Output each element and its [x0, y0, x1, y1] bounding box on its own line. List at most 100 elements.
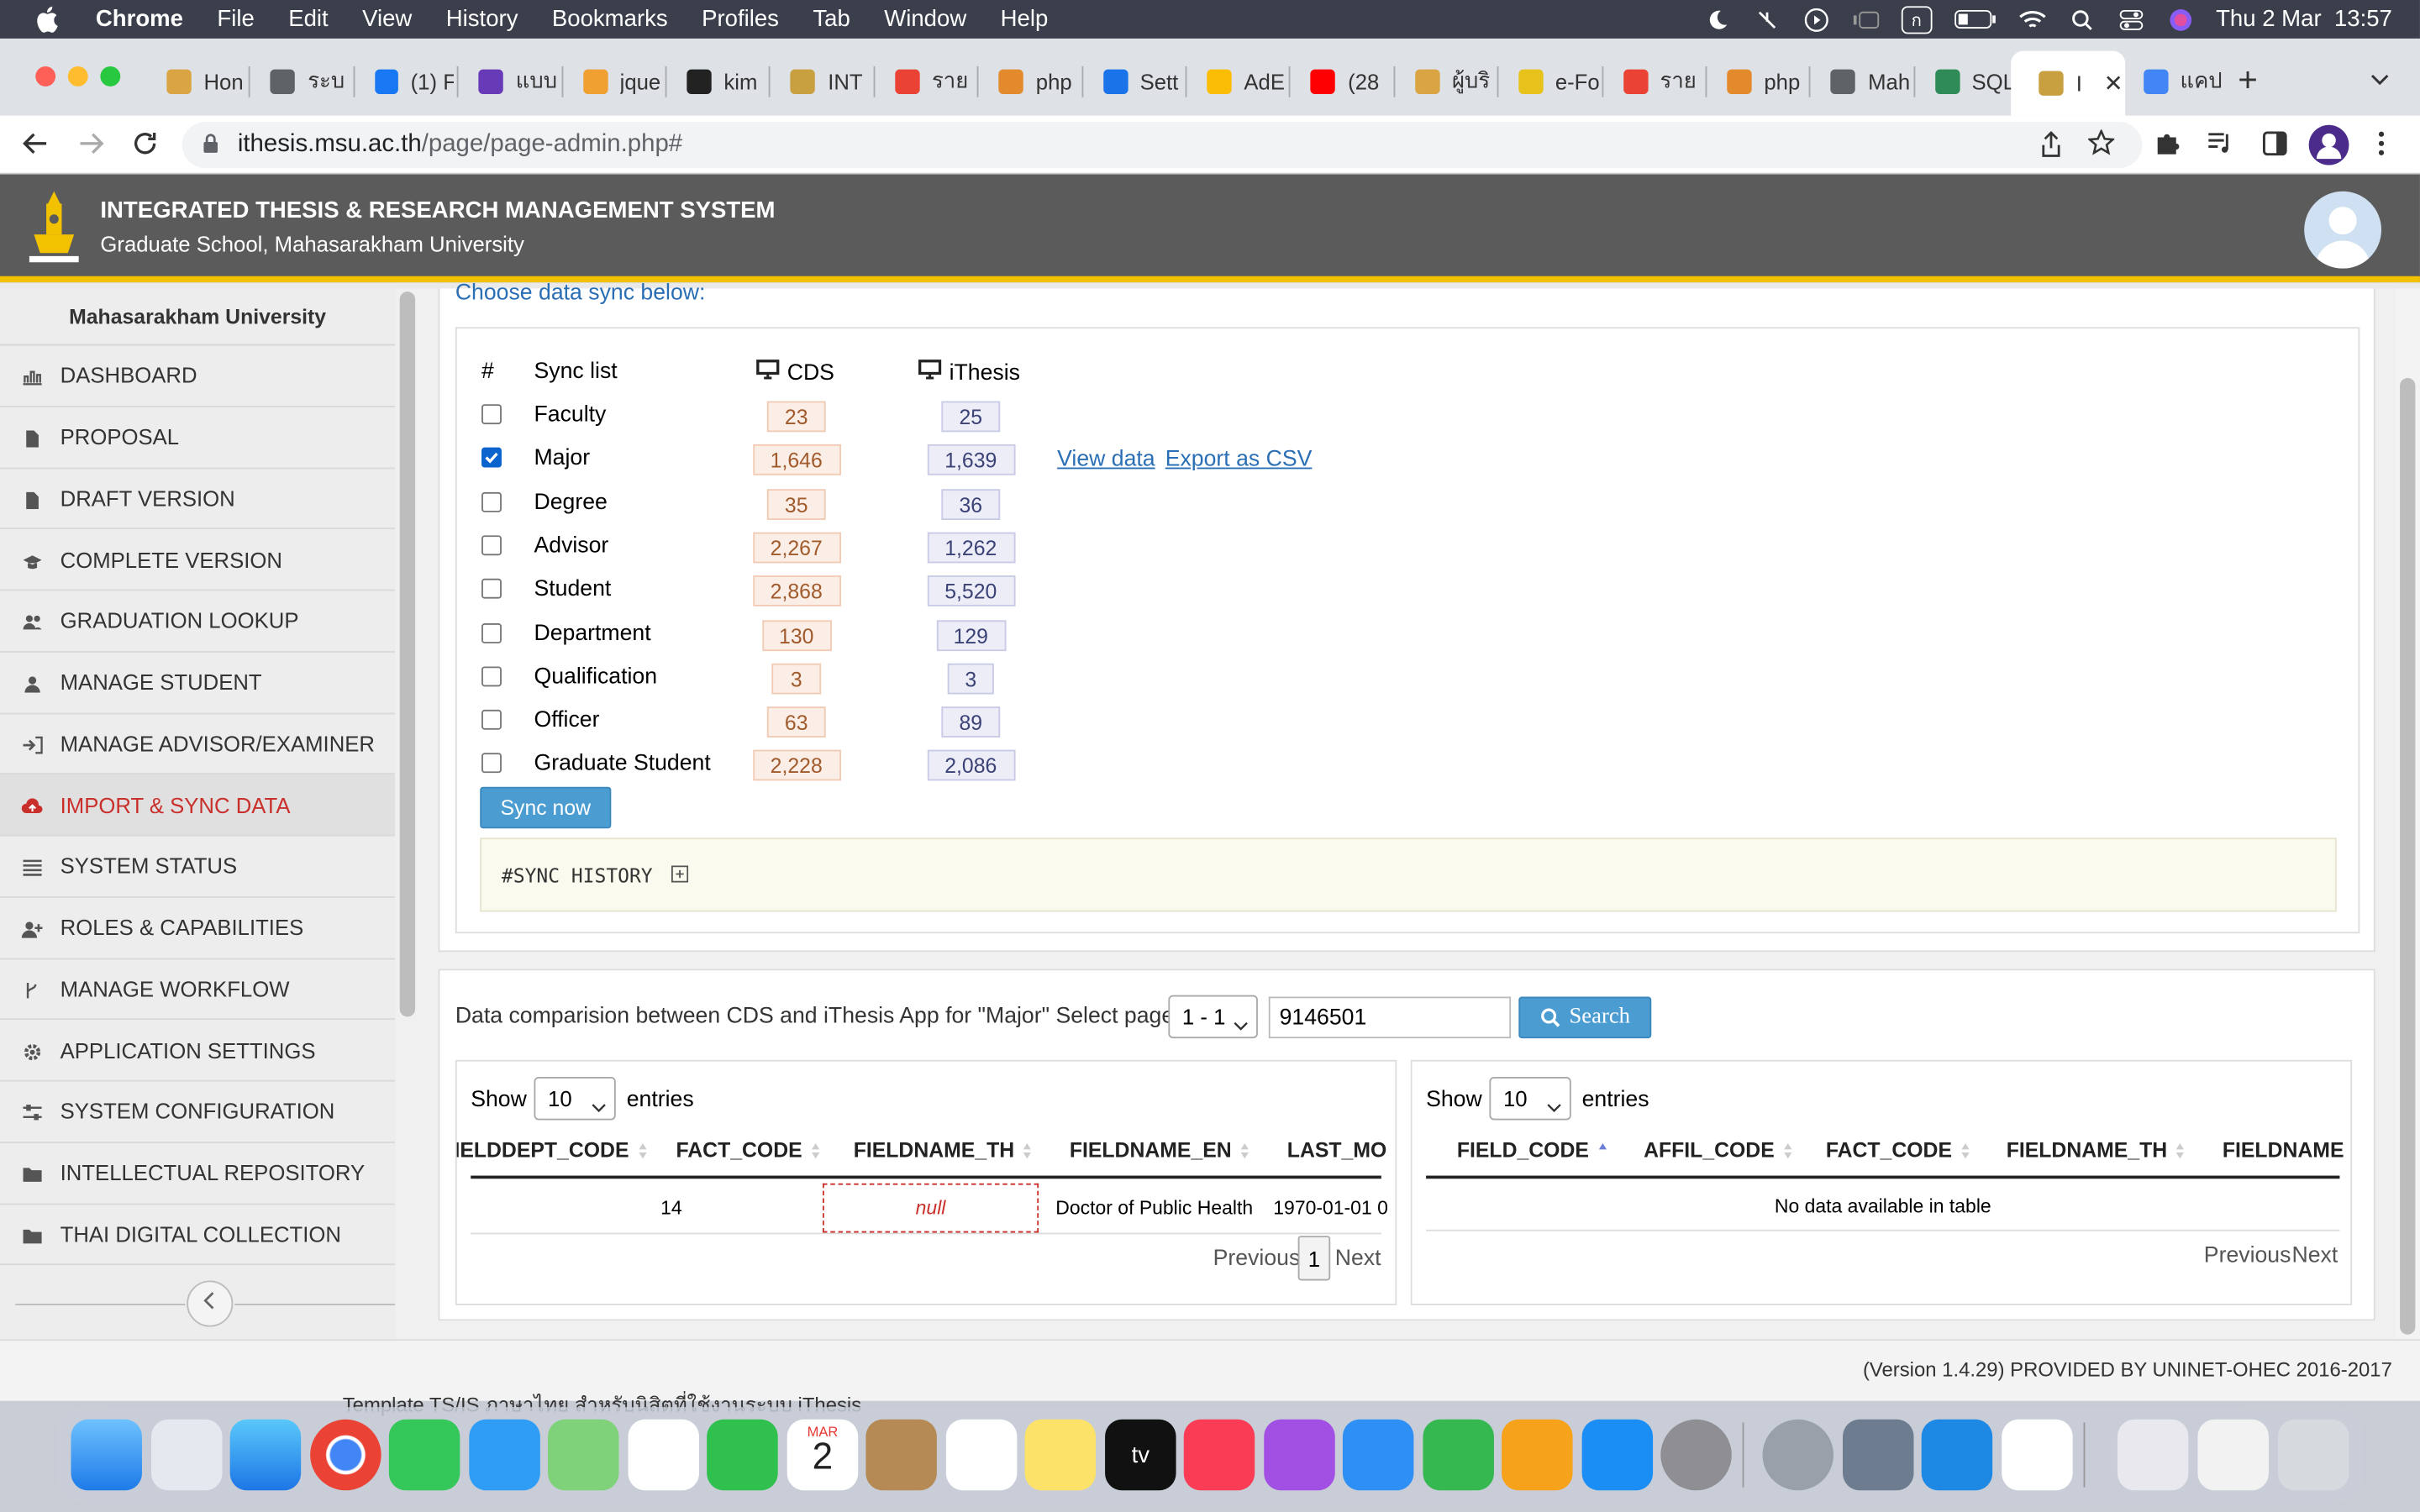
apple-icon[interactable]: [31, 4, 62, 35]
photos-icon[interactable]: [628, 1419, 700, 1491]
trash-icon[interactable]: [2277, 1419, 2349, 1491]
share-icon[interactable]: [2040, 131, 2062, 165]
apple-tv-icon[interactable]: tv: [1105, 1419, 1176, 1491]
entries-select[interactable]: 10: [534, 1077, 616, 1121]
main-scroll-thumb[interactable]: [2400, 377, 2416, 1335]
sidebar-item-graduation-lookup[interactable]: GRADUATION LOOKUP: [0, 591, 396, 653]
minimize-window-button[interactable]: [67, 66, 88, 87]
input-source-icon[interactable]: ก: [1901, 5, 1933, 34]
expand-plus-icon[interactable]: [671, 863, 689, 890]
menu-bookmarks[interactable]: Bookmarks: [552, 6, 668, 32]
browser-tab[interactable]: SQL: [1917, 57, 2014, 107]
database-file-icon[interactable]: [2117, 1419, 2189, 1491]
sync-checkbox-advisor[interactable]: [481, 535, 502, 556]
moon-icon[interactable]: [1703, 8, 1731, 30]
battery-icon[interactable]: [1954, 8, 1996, 30]
tab-search-chevron-icon[interactable]: [2370, 66, 2389, 94]
menu-app-name[interactable]: Chrome: [96, 6, 183, 32]
browser-tab[interactable]: ผู้บริ: [1397, 57, 1494, 107]
zoom-window-button[interactable]: [100, 66, 121, 87]
menubar-clock[interactable]: Thu 2 Mar 13:57: [2216, 6, 2392, 32]
sync-checkbox-student[interactable]: [481, 579, 502, 599]
sidebar-item-draft-version[interactable]: DRAFT VERSION: [0, 468, 396, 530]
sidebar-item-system-status[interactable]: SYSTEM STATUS: [0, 836, 396, 898]
contacts-icon[interactable]: [865, 1419, 937, 1491]
notes-icon[interactable]: [1024, 1419, 1097, 1491]
browser-tab[interactable]: e-Fo: [1501, 57, 1598, 107]
vscode-icon[interactable]: [1921, 1419, 1993, 1491]
keynote-icon[interactable]: [1342, 1419, 1414, 1491]
browser-tab[interactable]: Mah: [1812, 57, 1910, 107]
side-panel-icon[interactable]: [2262, 131, 2287, 164]
system-settings-icon[interactable]: [1660, 1419, 1732, 1491]
browser-tab[interactable]: I ✕: [2011, 50, 2125, 116]
browser-tab[interactable]: INT: [772, 57, 870, 107]
sync-checkbox-department[interactable]: [481, 622, 502, 643]
calendar-icon[interactable]: MAR 2: [786, 1419, 859, 1491]
sidebar-item-application-settings[interactable]: APPLICATION SETTINGS: [0, 1021, 396, 1082]
browser-tab[interactable]: ราย: [1604, 57, 1702, 107]
sidebar-item-complete-version[interactable]: COMPLETE VERSION: [0, 529, 396, 591]
sync-checkbox-major[interactable]: [481, 448, 502, 469]
browser-tab[interactable]: แบบ: [460, 57, 558, 107]
forward-arrow-icon[interactable]: [77, 131, 105, 164]
mute-icon[interactable]: [1753, 8, 1781, 30]
finder-icon[interactable]: [71, 1419, 142, 1491]
browser-tab[interactable]: AdE: [1188, 57, 1286, 107]
col-fieldname-en[interactable]: FIELDNAME_EN: [1070, 1138, 1250, 1162]
profile-avatar-icon[interactable]: [2308, 124, 2349, 165]
col-affil-code[interactable]: AFFIL_CODE: [1644, 1138, 1793, 1162]
safari-icon[interactable]: [229, 1419, 302, 1491]
sidebar-item-proposal[interactable]: PROPOSAL: [0, 407, 396, 469]
sidebar-collapse-button[interactable]: [187, 1280, 234, 1327]
sync-checkbox-graduate-student[interactable]: [481, 753, 502, 774]
spotlight-search-icon[interactable]: [2068, 8, 2096, 30]
browser-tab[interactable]: kim: [668, 57, 765, 107]
browser-tab[interactable]: ราย: [876, 57, 974, 107]
reminders-icon[interactable]: [945, 1419, 1018, 1491]
sidebar-item-thai-digital-collection[interactable]: THAI DIGITAL COLLECTION: [0, 1205, 396, 1266]
col-last-mod[interactable]: LAST_MO: [1287, 1138, 1386, 1162]
sidebar-item-manage-workflow[interactable]: MANAGE WORKFLOW: [0, 959, 396, 1021]
col-fielddept-code[interactable]: FIELDDEPT_CODE: [457, 1138, 648, 1162]
col-fieldname-th[interactable]: FIELDNAME_TH: [854, 1138, 1034, 1162]
search-input[interactable]: [1268, 996, 1512, 1039]
sidebar-item-manage-student[interactable]: MANAGE STUDENT: [0, 652, 396, 714]
browser-tab[interactable]: แคป: [2124, 57, 2223, 107]
spreadsheet-file-icon[interactable]: [2197, 1419, 2269, 1491]
menu-file[interactable]: File: [217, 6, 254, 32]
entries-select[interactable]: 10: [1489, 1077, 1571, 1121]
sidebar-item-system-configuration[interactable]: SYSTEM CONFIGURATION: [0, 1082, 396, 1143]
export-csv-link[interactable]: Export as CSV: [1165, 448, 1313, 472]
lock-icon[interactable]: [203, 133, 219, 162]
menu-window[interactable]: Window: [884, 6, 966, 32]
sidebar-item-roles-capabilities[interactable]: ROLES & CAPABILITIES: [0, 898, 396, 959]
sidebar-scrollbar[interactable]: [395, 288, 420, 1340]
pages-icon[interactable]: [1502, 1419, 1573, 1491]
prev-button[interactable]: Previous: [1213, 1247, 1301, 1271]
menu-profiles[interactable]: Profiles: [702, 6, 779, 32]
reload-icon[interactable]: [131, 129, 159, 165]
main-scrollbar[interactable]: [2395, 288, 2420, 1340]
close-window-button[interactable]: [35, 66, 56, 87]
back-arrow-icon[interactable]: [22, 131, 50, 164]
bookmark-star-icon[interactable]: [2086, 128, 2116, 163]
extensions-puzzle-icon[interactable]: [2154, 129, 2181, 163]
sidebar-item-intellectual-repository[interactable]: INTELLECTUAL REPOSITORY: [0, 1143, 396, 1205]
launchpad-icon[interactable]: [150, 1419, 223, 1491]
wifi-icon[interactable]: [2018, 8, 2046, 30]
address-bar[interactable]: ithesis.msu.ac.th/page/page-admin.php#: [182, 122, 2143, 169]
new-tab-icon[interactable]: +: [2238, 60, 2258, 101]
teamviewer-icon[interactable]: [2002, 1419, 2073, 1491]
col-fieldname[interactable]: FIELDNAME: [2223, 1138, 2344, 1162]
search-button[interactable]: Search: [1518, 996, 1652, 1039]
browser-tab[interactable]: ระบ: [252, 57, 350, 107]
mail-icon[interactable]: [469, 1419, 540, 1491]
menu-history[interactable]: History: [446, 6, 518, 32]
col-field-code[interactable]: FIELD_CODE: [1457, 1138, 1607, 1162]
user-avatar[interactable]: [2304, 191, 2382, 269]
preview-icon[interactable]: [1843, 1419, 1914, 1491]
browser-tab[interactable]: Sett: [1084, 57, 1181, 107]
browser-tab[interactable]: jque: [564, 57, 661, 107]
view-data-link[interactable]: View data: [1057, 448, 1155, 472]
